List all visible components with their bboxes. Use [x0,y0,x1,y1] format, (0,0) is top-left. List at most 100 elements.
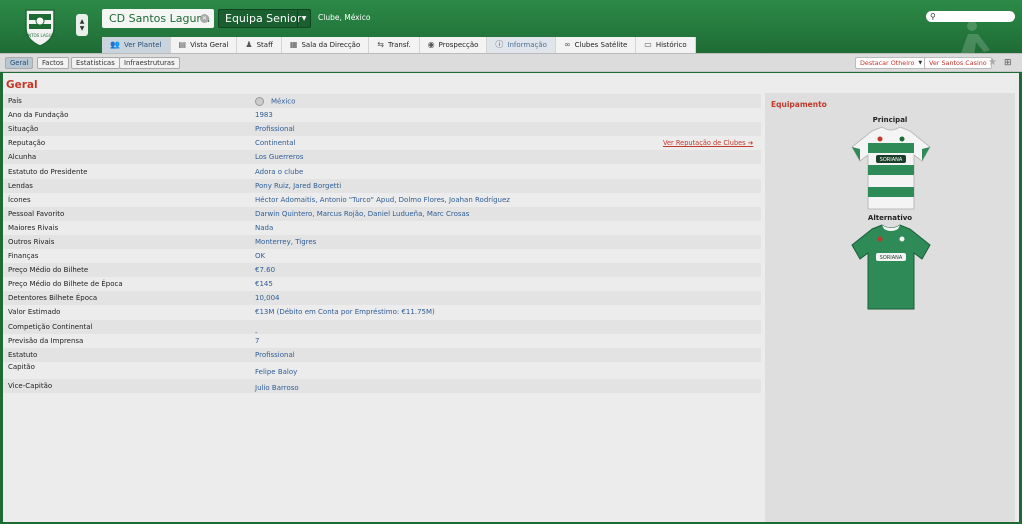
tab-affiliates[interactable]: ∞ Clubes Satélite [556,37,637,53]
tab-label: Informação [507,41,547,49]
tab-label: Ver Plantel [123,41,162,49]
detail-value: 10,004 [255,294,280,303]
home-kit-label: Principal [872,116,908,124]
home-kit-shirt-icon[interactable]: SORIANA [850,125,932,213]
club-name: CD Santos Laguna [109,12,211,25]
section-title: Geral [6,79,38,91]
detail-label: Detentores Bilhete Época [8,294,98,303]
subtab-facilities[interactable]: Infraestruturas [119,57,180,69]
detail-row: Reputação Continental Ver Reputação de C… [3,136,761,150]
detail-value: Nada [255,223,274,232]
crest-text: SANTOS LAGUNA [23,33,58,38]
highlight-rival-label: Destacar Otheiro [860,59,915,67]
detail-row: Preço Médio do Bilhete de Época €145 [3,277,761,291]
tab-history[interactable]: ▭ Histórico [636,37,696,53]
club-nav-arrows[interactable]: ▲ ▼ [76,14,88,36]
scouting-icon: ◉ [427,40,435,49]
detail-row: Estatuto do Presidente Adora o clube [3,164,761,178]
detail-label: Pessoal Favorito [8,209,65,218]
arrow-up-icon[interactable]: ▲ [80,18,85,25]
team-selector[interactable]: Equipa Senior ▼ [218,9,311,28]
details-list: País México Ano da Fundação 1983 Situaçã… [3,94,761,393]
chevron-down-icon[interactable]: ▼ [297,10,310,27]
tab-staff[interactable]: ♟ Staff [237,37,282,53]
tab-label: Staff [256,41,273,49]
tab-transfers[interactable]: ⇆ Transf. [369,37,420,53]
arrow-down-icon[interactable]: ▼ [80,25,85,32]
detail-value[interactable]: Monterrey, Tigres [255,238,316,246]
detail-row: Preço Médio do Bilhete €7.60 [3,263,761,278]
detail-label: Maiores Rivais [8,223,59,232]
detail-value: 1983 [255,111,273,120]
tab-label: Clubes Satélite [574,41,628,49]
detail-label: Previsão da Imprensa [8,336,84,345]
tab-label: Transf. [387,41,411,49]
mexico-flag-icon [255,96,264,106]
detail-value[interactable]: Darwin Quintero, Marcus Rojão, Daniel Lu… [255,210,469,218]
player-silhouette-icon [960,21,990,56]
detail-value[interactable]: Felipe Baloy [255,368,297,376]
tab-squad[interactable]: 👥 Ver Plantel [102,37,171,53]
away-kit-shirt-icon[interactable]: SORIANA [850,223,932,313]
staff-icon: ♟ [245,40,253,49]
star-icon[interactable]: ★ [988,57,997,68]
detail-row: Pessoal Favorito Darwin Quintero, Marcus… [3,206,761,221]
detail-label: Estatuto do Presidente [8,167,88,176]
detail-row: Alcunha Los Guerreros [3,150,761,165]
detail-label: Lendas [8,181,33,190]
club-reputation-link[interactable]: Ver Reputação de Clubes ➔ [663,139,753,147]
detail-label: Reputação [8,139,46,148]
club-crest-icon[interactable]: SANTOS LAGUNA [22,6,58,48]
detail-value: OK [255,252,266,261]
detail-label: Ano da Fundação [8,111,69,120]
detail-value: Profissional [255,125,295,134]
detail-value[interactable]: México [255,96,295,106]
country-name[interactable]: México [271,97,295,105]
chevron-down-icon: ▼ [918,60,923,66]
tab-boardroom[interactable]: ▦ Sala da Direcção [282,37,370,53]
kit-panel: Equipamento Principal SORIANA Alternativ… [765,93,1015,522]
detail-row: Ícones Héctor Adomaitis, Antonio "Turco"… [3,193,761,207]
tab-label: Prospecção [438,41,479,49]
detail-value: Los Guerreros [255,153,304,162]
detail-value[interactable]: Héctor Adomaitis, Antonio "Turco" Apud, … [255,196,510,204]
detail-value: Continental [255,139,296,148]
subtab-stats[interactable]: Estatísticas [71,57,120,69]
detail-row: Ano da Fundação 1983 [3,108,761,122]
add-icon[interactable]: ⊞ [1004,58,1012,68]
detail-row: Valor Estimado €13M (Débito em Conta por… [3,305,761,319]
detail-row: Maiores Rivais Nada [3,221,761,235]
transfer-icon: ⇆ [377,40,384,49]
away-kit-label: Alternativo [867,214,913,222]
detail-value: 7 [255,336,260,345]
main-content: Geral País México Ano da Fundação 1983 S… [3,73,1019,522]
team-selector-label: Equipa Senior [225,12,302,25]
club-name-box[interactable]: CD Santos Laguna ✕ [102,9,214,28]
detail-value: €7.60 [255,266,276,275]
subtab-facts[interactable]: Factos [37,57,69,69]
close-icon[interactable]: ✕ [200,14,209,23]
info-icon: ⓘ [495,40,504,49]
detail-value[interactable]: Pony Ruiz, Jared Borgetti [255,182,341,190]
detail-label: Preço Médio do Bilhete de Época [8,280,123,289]
detail-value[interactable]: Julio Barroso [255,384,299,392]
tab-overview[interactable]: ▤ Vista Geral [171,37,238,53]
subtab-general[interactable]: Geral [5,57,34,69]
view-casino-button[interactable]: Ver Santos Casino [924,57,992,69]
tab-label: Histórico [655,41,687,49]
tab-scouting[interactable]: ◉ Prospecção [420,37,488,53]
detail-row: Capitão Felipe Baloy [3,362,761,379]
tab-label: Sala da Direcção [301,41,361,49]
detail-row: Vice-Capitão Julio Barroso [3,378,761,393]
detail-label: Competição Continental [8,322,93,331]
detail-label: Vice-Capitão [8,381,53,390]
club-reputation-link-label: Ver Reputação de Clubes [663,139,746,148]
detail-row: Competição Continental - [3,319,761,337]
detail-row: Outros Rivais Monterrey, Tigres [3,234,761,250]
club-location: Clube, México [318,13,371,22]
highlight-rival-button[interactable]: Destacar Otheiro ▼ [855,57,928,69]
tab-information[interactable]: ⓘ Informação [487,37,556,53]
detail-label: Alcunha [8,153,37,162]
detail-label: Valor Estimado [8,308,61,317]
detail-label: Outros Rivais [8,237,55,246]
